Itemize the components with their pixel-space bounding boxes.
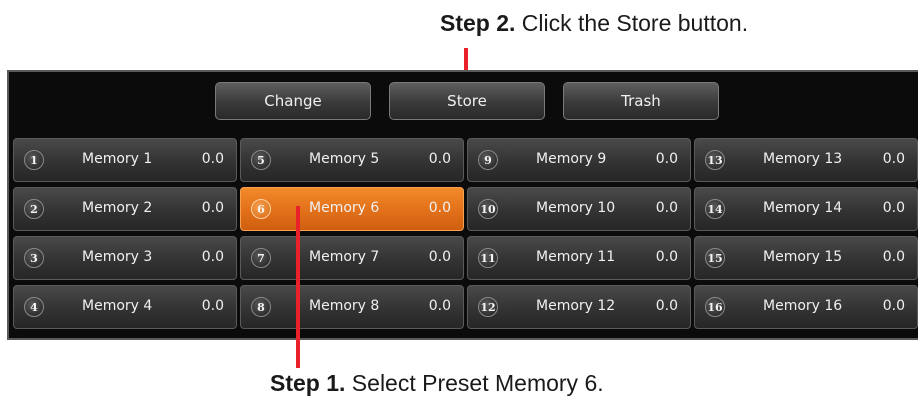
memory-number-badge: 15: [705, 248, 725, 268]
memory-preset-11-button[interactable]: 11 Memory 11 0.0: [467, 236, 691, 280]
memory-name-label: Memory 1: [82, 151, 153, 167]
memory-preset-6-button[interactable]: 6 Memory 6 0.0: [240, 187, 464, 231]
memory-name-label: Memory 5: [309, 151, 380, 167]
memory-name-label: Memory 7: [309, 249, 380, 265]
step2-callout: Step 2. Click the Store button.: [440, 10, 748, 37]
memory-preset-13-button[interactable]: 13 Memory 13 0.0: [694, 138, 918, 182]
memory-grid: 1 Memory 1 0.0 2 Memory 2 0.0 3 Memory 3 0.0 4 Mem…: [13, 138, 918, 336]
memory-number-badge: 13: [705, 150, 725, 170]
memory-number-badge: 7: [251, 248, 271, 268]
memory-number-badge: 4: [24, 297, 44, 317]
memory-preset-10-button[interactable]: 10 Memory 10 0.0: [467, 187, 691, 231]
memory-name-label: Memory 11: [536, 249, 616, 265]
memory-number-badge: 2: [24, 199, 44, 219]
memory-value-label: 0.0: [201, 249, 224, 265]
memory-value-label: 0.0: [428, 249, 451, 265]
memory-preset-4-button[interactable]: 4 Memory 4 0.0: [13, 285, 237, 329]
memory-preset-1-button[interactable]: 1 Memory 1 0.0: [13, 138, 237, 182]
memory-name-label: Memory 14: [763, 200, 843, 216]
memory-number-badge: 9: [478, 150, 498, 170]
step1-callout: Step 1. Select Preset Memory 6.: [270, 370, 604, 397]
step1-pointer-line: [296, 206, 300, 368]
memory-number-badge: 10: [478, 199, 498, 219]
memory-number-badge: 6: [251, 199, 271, 219]
memory-value-label: 0.0: [882, 151, 905, 167]
step1-label: Step 1.: [270, 370, 346, 396]
memory-name-label: Memory 8: [309, 298, 380, 314]
memory-value-label: 0.0: [201, 298, 224, 314]
memory-preset-12-button[interactable]: 12 Memory 12 0.0: [467, 285, 691, 329]
step2-label: Step 2.: [440, 10, 516, 36]
memory-preset-14-button[interactable]: 14 Memory 14 0.0: [694, 187, 918, 231]
memory-number-badge: 16: [705, 297, 725, 317]
memory-value-label: 0.0: [882, 200, 905, 216]
memory-name-label: Memory 4: [82, 298, 153, 314]
memory-value-label: 0.0: [201, 151, 224, 167]
memory-preset-7-button[interactable]: 7 Memory 7 0.0: [240, 236, 464, 280]
memory-value-label: 0.0: [655, 200, 678, 216]
memory-number-badge: 3: [24, 248, 44, 268]
memory-preset-16-button[interactable]: 16 Memory 16 0.0: [694, 285, 918, 329]
memory-number-badge: 14: [705, 199, 725, 219]
memory-number-badge: 8: [251, 297, 271, 317]
memory-name-label: Memory 2: [82, 200, 153, 216]
memory-number-badge: 1: [24, 150, 44, 170]
memory-name-label: Memory 9: [536, 151, 607, 167]
memory-preset-3-button[interactable]: 3 Memory 3 0.0: [13, 236, 237, 280]
memory-number-badge: 5: [251, 150, 271, 170]
memory-name-label: Memory 15: [763, 249, 843, 265]
memory-number-badge: 12: [478, 297, 498, 317]
memory-name-label: Memory 13: [763, 151, 843, 167]
memory-preset-15-button[interactable]: 15 Memory 15 0.0: [694, 236, 918, 280]
memory-name-label: Memory 12: [536, 298, 616, 314]
memory-value-label: 0.0: [428, 200, 451, 216]
memory-name-label: Memory 6: [309, 200, 380, 216]
memory-value-label: 0.0: [428, 151, 451, 167]
memory-name-label: Memory 10: [536, 200, 616, 216]
memory-value-label: 0.0: [882, 249, 905, 265]
step2-text: Click the Store button.: [515, 10, 749, 36]
memory-value-label: 0.0: [655, 298, 678, 314]
memory-preset-8-button[interactable]: 8 Memory 8 0.0: [240, 285, 464, 329]
change-button[interactable]: Change: [215, 82, 371, 120]
memory-value-label: 0.0: [655, 151, 678, 167]
memory-preset-9-button[interactable]: 9 Memory 9 0.0: [467, 138, 691, 182]
memory-value-label: 0.0: [428, 298, 451, 314]
memory-toolbar: Change Store Trash: [9, 72, 918, 132]
memory-name-label: Memory 3: [82, 249, 153, 265]
memory-value-label: 0.0: [655, 249, 678, 265]
memory-preset-2-button[interactable]: 2 Memory 2 0.0: [13, 187, 237, 231]
preset-memory-panel: Change Store Trash 1 Memory 1 0.0 2 Memory 2…: [7, 70, 918, 340]
memory-number-badge: 11: [478, 248, 498, 268]
store-button[interactable]: Store: [389, 82, 545, 120]
memory-value-label: 0.0: [882, 298, 905, 314]
step1-text: Select Preset Memory 6.: [345, 370, 604, 396]
memory-name-label: Memory 16: [763, 298, 843, 314]
trash-button[interactable]: Trash: [563, 82, 719, 120]
memory-value-label: 0.0: [201, 200, 224, 216]
memory-preset-5-button[interactable]: 5 Memory 5 0.0: [240, 138, 464, 182]
